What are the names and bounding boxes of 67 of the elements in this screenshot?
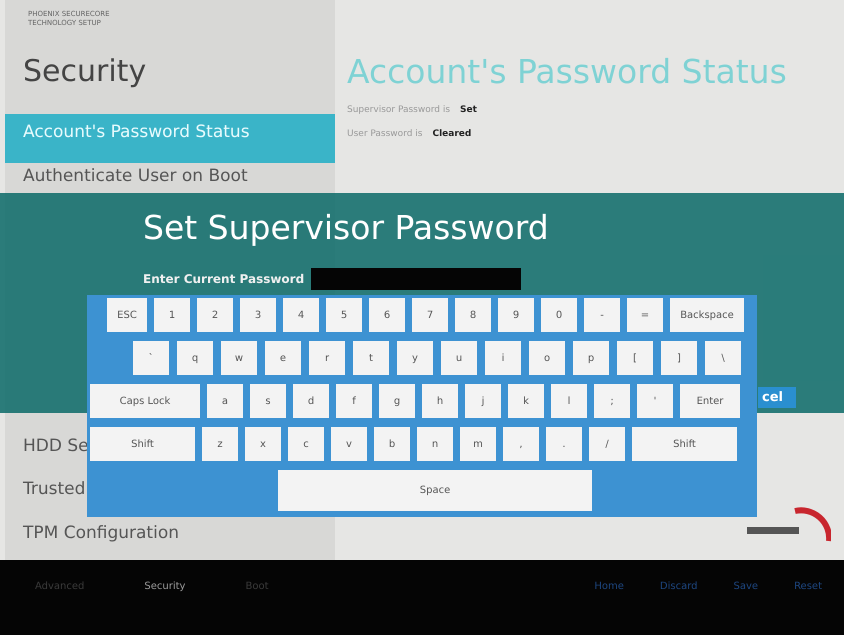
keyboard-key[interactable]: 1 [154,298,190,332]
field-label: Enter Current Password [143,272,304,286]
keyboard-key[interactable]: Caps Lock [90,384,200,418]
sidebar-item[interactable]: Authenticate User on Boot [5,166,335,186]
keyboard-key[interactable]: Enter [680,384,740,418]
keyboard-key[interactable]: = [627,298,663,332]
keyboard-key[interactable]: z [202,427,238,461]
keyboard-key[interactable]: ] [661,341,697,375]
keyboard-key[interactable]: t [353,341,389,375]
keyboard-key[interactable]: f [336,384,372,418]
keyboard-key[interactable]: ESC [107,298,147,332]
keyboard-key[interactable]: o [529,341,565,375]
keyboard-key[interactable]: e [265,341,301,375]
keyboard-key[interactable]: k [508,384,544,418]
keyboard-key[interactable]: 2 [197,298,233,332]
keyboard-key[interactable]: 9 [498,298,534,332]
keyboard-key[interactable]: s [250,384,286,418]
keyboard-key[interactable]: ' [637,384,673,418]
keyboard-key[interactable]: ` [133,341,169,375]
footer-tab[interactable]: Security [144,581,186,592]
section-title: Security [22,53,148,91]
keyboard-key[interactable]: 3 [240,298,276,332]
keyboard-key[interactable]: g [379,384,415,418]
keyboard-key[interactable]: x [245,427,281,461]
keyboard-key[interactable]: u [441,341,477,375]
keyboard-key[interactable]: \ [705,341,741,375]
keyboard-key[interactable]: 5 [326,298,362,332]
keyboard-key[interactable]: 6 [369,298,405,332]
keyboard-key[interactable]: q [177,341,213,375]
keyboard-key[interactable]: v [331,427,367,461]
keyboard-key[interactable]: l [551,384,587,418]
field-label: User Password is [347,129,422,139]
keyboard-key[interactable]: 8 [455,298,491,332]
keyboard-key[interactable]: Space [278,470,592,511]
keyboard-key[interactable]: [ [617,341,653,375]
keyboard-key[interactable]: a [207,384,243,418]
keyboard-key[interactable]: - [584,298,620,332]
keyboard-key[interactable]: ; [594,384,630,418]
page-title: Account's Password Status [347,52,788,91]
field-value: Set [460,105,477,115]
keyboard-key[interactable]: i [485,341,521,375]
field-label: Supervisor Password is [347,105,450,115]
keyboard-key[interactable]: / [589,427,625,461]
keyboard-key[interactable]: , [503,427,539,461]
keyboard-key[interactable]: n [417,427,453,461]
keyboard-key[interactable]: w [221,341,257,375]
keyboard-key[interactable]: y [397,341,433,375]
dialog-title: Set Supervisor Password [143,208,549,247]
field-value: Cleared [432,129,472,139]
sidebar-item[interactable]: TPM Configuration [5,516,335,550]
keyboard-key[interactable]: Backspace [670,298,744,332]
keyboard-key[interactable]: m [460,427,496,461]
keyboard-key[interactable]: Shift [90,427,195,461]
keyboard-key[interactable]: 0 [541,298,577,332]
keyboard-key[interactable]: b [374,427,410,461]
keyboard-key[interactable]: h [422,384,458,418]
password-field[interactable] [311,268,521,290]
keyboard-key[interactable]: . [546,427,582,461]
keyboard-key[interactable]: d [293,384,329,418]
keyboard-key[interactable]: j [465,384,501,418]
keyboard-key[interactable]: 4 [283,298,319,332]
cancel-button[interactable]: cel [758,387,796,408]
keyboard-key[interactable]: r [309,341,345,375]
keyboard-key[interactable]: Shift [632,427,737,461]
keyboard-key[interactable]: 7 [412,298,448,332]
keyboard-key[interactable]: c [288,427,324,461]
keyboard-key[interactable]: p [573,341,609,375]
